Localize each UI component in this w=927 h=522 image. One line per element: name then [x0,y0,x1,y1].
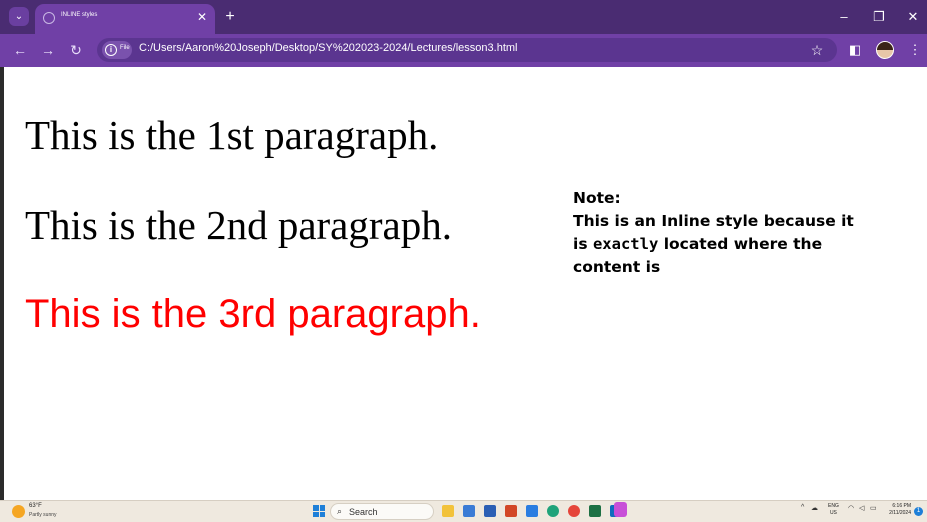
powerpoint-icon[interactable] [505,505,517,517]
note-keyword: exactly [592,235,659,253]
tab-close-icon[interactable]: ✕ [195,9,209,25]
reload-icon[interactable]: ↻ [67,41,85,59]
lang-top: ENG [828,503,839,509]
side-panel-icon[interactable]: ◧ [846,41,864,59]
close-icon[interactable]: ✕ [903,7,923,26]
clock-date: 2/11/2024 [889,510,911,516]
new-tab-button[interactable]: + [222,7,238,26]
paragraph-1: This is the 1st paragraph. [25,112,439,158]
info-icon: i [105,44,117,56]
chrome-icon[interactable] [568,505,580,517]
tab-search-chevron-icon[interactable]: ⌄ [9,7,29,26]
notification-icon[interactable]: 1 [914,507,923,516]
menu-kebab-icon[interactable]: ⋮ [906,41,924,59]
speaker-icon[interactable]: ◁ [859,504,864,512]
word-icon[interactable] [484,505,496,517]
excel-icon[interactable] [589,505,601,517]
mail-icon[interactable] [526,505,538,517]
weather-temp[interactable]: 63°F [29,503,42,509]
page-content: This is the 1st paragraph. This is the 2… [4,67,927,500]
back-icon[interactable]: ← [11,41,29,59]
paragraph-3: This is the 3rd paragraph. [25,292,481,336]
forward-icon[interactable]: → [39,41,57,59]
file-explorer-icon[interactable] [442,505,454,517]
wifi-icon[interactable]: ◠ [848,504,854,512]
file-chip-label: File [120,45,130,51]
bookmark-star-icon[interactable]: ☆ [808,40,826,60]
battery-icon[interactable]: ▭ [870,504,877,512]
search-placeholder: Search [349,507,378,517]
sun-cloud-icon[interactable] [12,505,25,518]
browser-tab-active[interactable]: INLINE styles ✕ [35,4,215,34]
search-icon: ⌕ [337,506,343,516]
url-text[interactable]: C:/Users/Aaron%20Joseph/Desktop/SY%20202… [139,42,518,54]
taskbar-search[interactable]: ⌕ Search [330,503,434,520]
site-info-chip[interactable]: i File [102,41,132,59]
restore-icon[interactable]: ❐ [869,7,889,26]
clock-time: 6:16 PM [892,503,911,509]
onedrive-icon[interactable]: ☁ [811,504,818,512]
note-box: Note: This is an Inline style because it… [573,187,873,279]
tab-title: INLINE styles [61,12,98,18]
paint-icon[interactable] [614,502,627,517]
windows-start-icon[interactable] [313,505,325,517]
language-indicator[interactable]: ENG US [828,503,839,517]
tray-chevron-icon[interactable]: ^ [801,504,804,511]
address-bar[interactable]: i File C:/Users/Aaron%20Joseph/Desktop/S… [97,38,837,62]
calculator-icon[interactable] [463,505,475,517]
weather-desc[interactable]: Partly sunny [29,512,57,518]
browser-tab-bar: ⌄ INLINE styles ✕ + – ❐ ✕ [0,0,927,34]
edge-icon[interactable] [547,505,559,517]
note-heading: Note: [573,189,621,207]
note-body: This is an Inline style because it is ex… [573,210,873,279]
profile-avatar[interactable] [876,41,894,59]
minimize-icon[interactable]: – [834,7,854,26]
windows-taskbar: 63°F Partly sunny ⌕ Search ^ ☁ ENG US ◠ … [0,500,927,522]
globe-icon [43,12,55,24]
lang-bottom: US [829,510,837,516]
paragraph-2: This is the 2nd paragraph. [25,202,452,248]
clock[interactable]: 6:16 PM 2/11/2024 [883,503,911,517]
